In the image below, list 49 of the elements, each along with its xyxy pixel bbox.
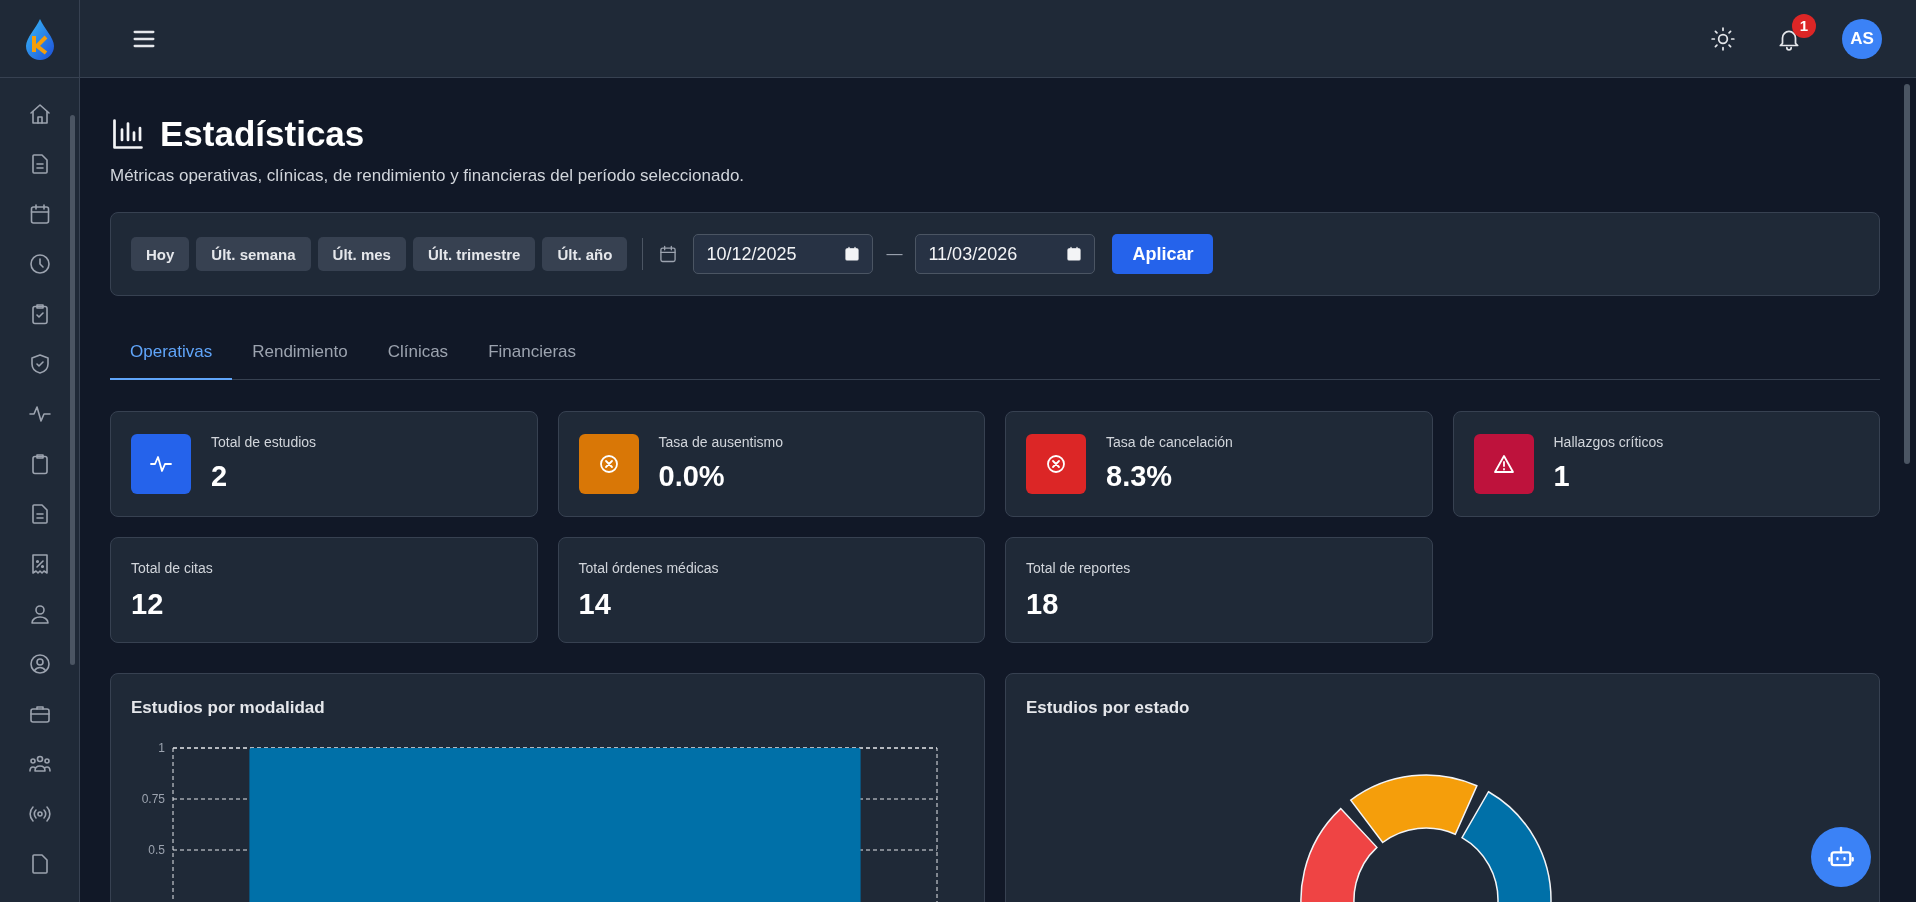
stat-value: 0.0% [658,460,726,493]
stat-label: Total de citas [131,559,213,576]
page-title: Estadísticas [160,114,365,154]
tab[interactable]: Operativas [110,332,233,380]
logo-icon[interactable] [23,17,56,60]
preset-button[interactable]: Hoy [131,237,190,271]
preset-button[interactable]: Últ. trimestre [412,237,536,271]
y-tick-label: 0.75 [141,792,165,806]
bar-chart-icon [110,116,146,152]
clock-icon[interactable] [27,252,52,276]
preset-button[interactable]: Últ. semana [196,237,311,271]
tab[interactable]: Rendimiento [232,332,368,380]
sun-icon[interactable] [1710,25,1736,52]
notification-badge: 1 [1792,13,1816,38]
scrollbar[interactable] [70,115,75,665]
home-icon[interactable] [27,102,52,126]
apply-button[interactable]: Aplicar [1112,234,1214,274]
stat-value: 1 [1553,460,1571,493]
preset-button[interactable]: Últ. mes [317,237,406,271]
user-avatar[interactable]: AS [1842,18,1882,59]
end-date-field[interactable]: 11/03/2026 [915,234,1096,274]
stat-label: Hallazgos críticos [1553,434,1664,450]
stat-value: 8.3% [1106,460,1174,493]
date-separator: — [886,245,903,263]
scrollbar[interactable] [1904,84,1910,464]
stat-value: 2 [211,460,229,493]
stat-label: Total órdenes médicas [578,559,719,576]
tab[interactable]: Financieras [468,332,596,380]
calendar-icon [843,245,862,263]
stat-value: 18 [1026,587,1059,621]
preset-button[interactable]: Últ. año [542,237,628,271]
warning-icon [1491,452,1516,476]
user-circle-icon[interactable] [27,652,52,676]
stat-value: 14 [578,587,611,621]
stat-value: 12 [131,587,164,621]
y-tick-label: 1 [158,741,165,755]
stat-label: Total de estudios [211,434,317,450]
stat-label: Tasa de ausentismo [658,434,784,450]
cancel-circle-icon [1044,452,1068,476]
tab[interactable]: Clínicas [367,332,469,380]
start-date-field[interactable]: 10/12/2025 [693,234,874,274]
calendar-icon [1065,245,1084,263]
chart-title: Estudios por modalidad [131,698,326,718]
y-tick-label: 0.5 [148,843,165,857]
calendar-icon [658,244,679,264]
stat-label: Tasa de cancelación [1106,434,1233,450]
stat-label: Total de reportes [1026,559,1131,576]
chart-title: Estudios por estado [1026,698,1191,718]
page-subtitle: Métricas operativas, clínicas, de rendimiento y financieras del período seleccionado. [110,166,746,186]
